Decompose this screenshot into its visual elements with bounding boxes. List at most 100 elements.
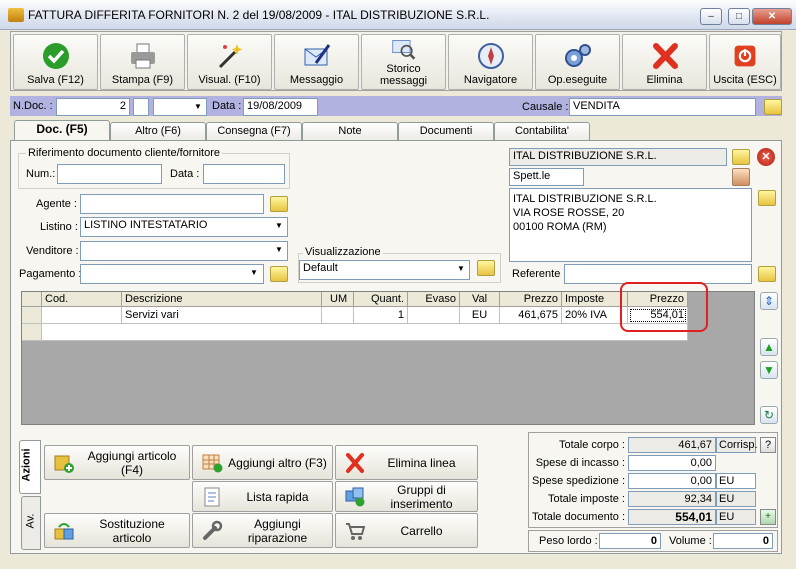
cell-um[interactable] <box>322 307 354 324</box>
contact-icon[interactable] <box>732 168 750 186</box>
cell-prezzo[interactable]: 461,675 <box>500 307 562 324</box>
volume-label: Volume : <box>669 535 712 547</box>
ndoc-input[interactable]: 2 <box>56 98 130 116</box>
address-line-2: VIA ROSE ROSSE, 20 <box>513 207 625 219</box>
operations-button[interactable]: Op.eseguite <box>535 34 620 90</box>
tab-altro[interactable]: Altro (F6) <box>110 122 206 140</box>
date-input[interactable]: 19/08/2009 <box>243 98 318 116</box>
spese-spedizione-label: Spese spedizione : <box>532 475 625 487</box>
spese-spedizione-value[interactable]: 0,00 <box>628 473 716 489</box>
folder-icon[interactable] <box>764 99 782 115</box>
visual-button[interactable]: Visual. (F10) <box>187 34 272 90</box>
tab-note[interactable]: Note <box>302 122 398 140</box>
folder-icon[interactable] <box>758 266 776 282</box>
causale-input[interactable]: VENDITA <box>569 98 756 116</box>
volume-value[interactable]: 0 <box>713 533 773 549</box>
col-val[interactable]: Val <box>460 292 500 307</box>
visualizzazione-select[interactable]: Default <box>299 260 470 280</box>
series-select[interactable]: ▼ <box>153 98 207 116</box>
venditore-select[interactable] <box>80 241 288 261</box>
col-evaso[interactable]: Evaso <box>408 292 460 307</box>
maximize-button[interactable]: □ <box>728 8 750 25</box>
cell-descrizione[interactable]: Servizi vari <box>122 307 322 324</box>
quick-list-button[interactable]: Lista rapida <box>192 481 333 512</box>
listino-select[interactable]: LISTINO INTESTATARIO <box>80 217 288 237</box>
corrisp-field[interactable]: Corrisp. <box>716 437 758 453</box>
tab-consegna[interactable]: Consegna (F7) <box>206 122 302 140</box>
folder-icon[interactable] <box>758 190 776 206</box>
minimize-button[interactable]: – <box>700 8 722 25</box>
cell-evaso[interactable] <box>408 307 460 324</box>
cell-val[interactable]: EU <box>460 307 500 324</box>
save-button[interactable]: Salva (F12) <box>13 34 98 90</box>
referente-input[interactable] <box>564 264 752 284</box>
folder-icon[interactable] <box>477 260 495 276</box>
add-article-button[interactable]: Aggiungi articolo (F4) <box>44 445 190 480</box>
exit-label: Uscita (ESC) <box>713 74 777 86</box>
col-um[interactable]: UM <box>322 292 354 307</box>
agente-label: Agente : <box>36 198 77 210</box>
refresh-icon[interactable]: ↻ <box>760 406 778 424</box>
col-prezzo[interactable]: Prezzo <box>500 292 562 307</box>
empty-row[interactable] <box>42 324 688 341</box>
print-button[interactable]: Stampa (F9) <box>100 34 185 90</box>
col-quant[interactable]: Quant. <box>354 292 408 307</box>
ndoc-suffix-input[interactable] <box>133 98 149 116</box>
add-repair-button[interactable]: Aggiungi riparazione <box>192 513 333 548</box>
navigator-button[interactable]: Navigatore <box>448 34 533 90</box>
message-button[interactable]: Messaggio <box>274 34 359 90</box>
tab-documenti[interactable]: Documenti <box>398 122 494 140</box>
insert-groups-button[interactable]: Gruppi di inserimento <box>335 481 478 512</box>
peso-value[interactable]: 0 <box>599 533 661 549</box>
window-title: FATTURA DIFFERITA FORNITORI N. 2 del 19/… <box>28 8 490 22</box>
totale-imposte-label: Totale imposte : <box>547 493 625 505</box>
message-history-button[interactable]: Storico messaggi <box>361 34 446 90</box>
listino-label: Listino : <box>40 221 78 233</box>
exit-button[interactable]: Uscita (ESC) <box>709 34 781 90</box>
message-label: Messaggio <box>289 74 344 86</box>
col-descrizione[interactable]: Descrizione <box>122 292 322 307</box>
sort-arrows-icon[interactable]: ⇕ <box>760 292 778 310</box>
rif-date-input[interactable] <box>203 164 285 184</box>
replace-article-button[interactable]: Sostituzione articolo <box>44 513 190 548</box>
folder-icon[interactable] <box>270 196 288 212</box>
help-button[interactable]: ? <box>760 437 776 453</box>
folder-icon[interactable] <box>732 149 750 165</box>
ndoc-label: N.Doc. : <box>13 100 53 112</box>
spett-input[interactable]: Spett.le <box>509 168 584 186</box>
totale-documento-unit: EU <box>716 509 756 525</box>
compass-icon <box>477 43 504 69</box>
delete-line-label: Elimina linea <box>387 455 456 470</box>
tab-contabilita[interactable]: Contabilita' <box>494 122 590 140</box>
message-history-label-1: Storico <box>386 63 421 75</box>
cell-cod[interactable] <box>42 307 122 324</box>
checkmark-icon <box>42 43 69 69</box>
zoom-icon[interactable]: + <box>760 509 776 525</box>
cell-quant[interactable]: 1 <box>354 307 408 324</box>
col-imposte[interactable]: Imposte <box>562 292 628 307</box>
totale-documento-label: Totale documento : <box>532 511 625 523</box>
cart-button[interactable]: Carrello <box>335 513 478 548</box>
close-window-button[interactable]: ✕ <box>752 8 792 25</box>
col-cod[interactable]: Cod. <box>42 292 122 307</box>
peso-label: Peso lordo : <box>539 535 598 547</box>
insert-groups-label: Gruppi di inserimento <box>390 482 453 511</box>
pagamento-select[interactable] <box>80 264 264 284</box>
spese-incasso-value[interactable]: 0,00 <box>628 455 716 471</box>
cell-imposte[interactable]: 20% IVA <box>562 307 628 324</box>
add-other-button[interactable]: Aggiungi altro (F3) <box>192 445 333 480</box>
move-up-icon[interactable]: ▲ <box>760 338 778 356</box>
folder-icon[interactable] <box>270 266 288 282</box>
move-down-icon[interactable]: ▼ <box>760 361 778 379</box>
quick-list-label: Lista rapida <box>246 489 309 504</box>
delete-line-button[interactable]: Elimina linea <box>335 445 478 480</box>
tab-doc[interactable]: Doc. (F5) <box>14 120 110 141</box>
row-indicator <box>22 307 42 324</box>
num-input[interactable] <box>57 164 162 184</box>
delete-line-icon <box>346 453 364 473</box>
agente-input[interactable] <box>80 194 264 214</box>
delete-button[interactable]: Elimina <box>622 34 707 90</box>
title-bar: FATTURA DIFFERITA FORNITORI N. 2 del 19/… <box>0 0 796 30</box>
address-box[interactable]: ITAL DISTRIBUZIONE S.R.L. VIA ROSE ROSSE… <box>509 188 752 262</box>
cancel-icon[interactable]: ✕ <box>757 148 775 166</box>
